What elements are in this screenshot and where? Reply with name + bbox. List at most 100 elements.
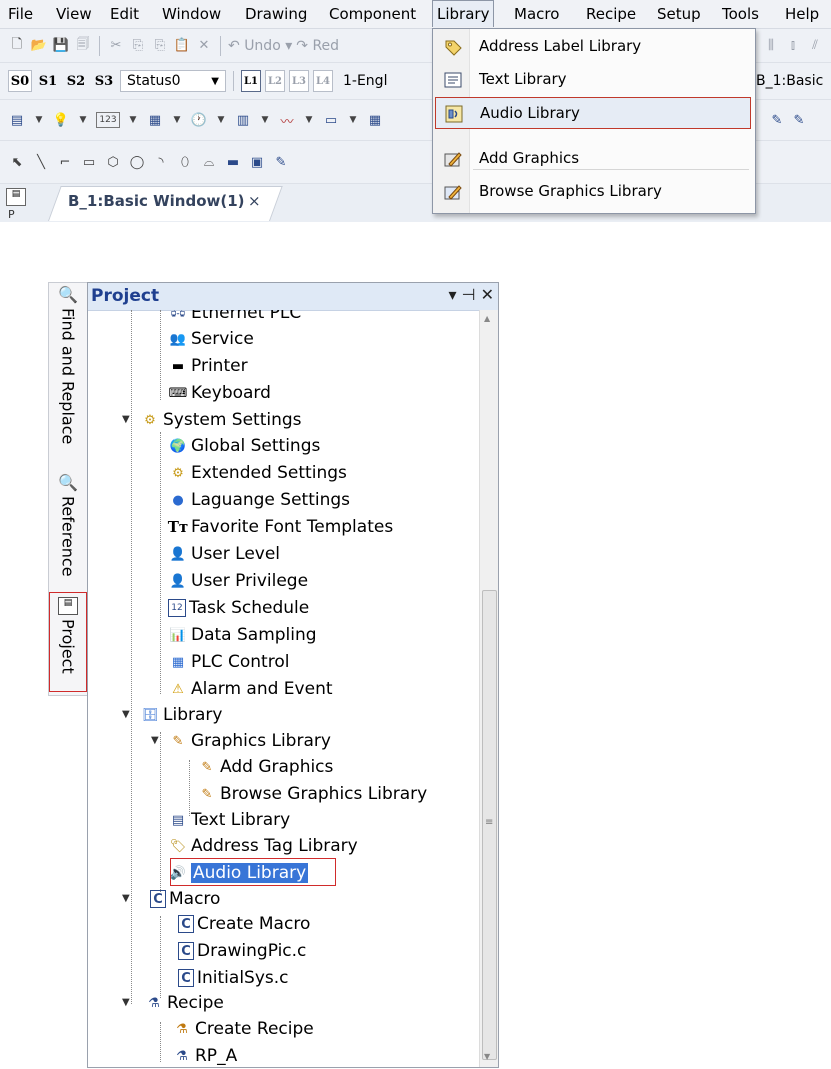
picture-tool-icon[interactable]: ✎	[272, 153, 290, 171]
tree-item-data-sampling[interactable]: 📊 Data Sampling	[168, 622, 317, 648]
undo-button[interactable]: ↶ Undo ▾	[228, 38, 292, 54]
status-s0-button[interactable]: S0	[8, 70, 32, 92]
tree-item-keyboard[interactable]: ⌨ Keyboard	[168, 380, 271, 406]
menu-setup[interactable]: Setup	[653, 0, 705, 28]
status-s2-button[interactable]: S2	[64, 70, 88, 92]
layer-l1-button[interactable]: L1	[241, 70, 261, 92]
layer-l3-button[interactable]: L3	[289, 70, 309, 92]
menu-help[interactable]: Help	[781, 0, 823, 28]
status-select[interactable]: Status0 ▼	[120, 70, 226, 92]
window-select[interactable]: B_1:Basic	[756, 71, 823, 91]
menu-drawing[interactable]: Drawing	[241, 0, 311, 28]
menu-window[interactable]: Window	[158, 0, 225, 28]
tab-reference[interactable]: 🔍 Reference	[49, 473, 87, 577]
copy-icon[interactable]: ⎘	[129, 37, 147, 55]
open-folder-icon[interactable]: 📂	[30, 37, 48, 55]
tree-item-library[interactable]: 🗄 Library	[140, 702, 223, 728]
clock-icon[interactable]: 🕐	[190, 111, 208, 129]
expand-arrow-icon[interactable]: ▼	[151, 735, 159, 746]
chevron-down-icon[interactable]: ▼	[168, 111, 186, 129]
chevron-down-icon[interactable]: ▼	[30, 111, 48, 129]
panel-controls[interactable]: ▾ ⊣ ✕	[448, 285, 494, 304]
menu-recipe[interactable]: Recipe	[582, 0, 640, 28]
expand-arrow-icon[interactable]: ▼	[122, 709, 130, 720]
menu-file[interactable]: File	[4, 0, 37, 28]
paste-icon[interactable]: 📋	[173, 37, 191, 55]
menu-item-audio-library[interactable]: Audio Library	[435, 97, 751, 129]
new-file-icon[interactable]: 🗋	[8, 37, 26, 55]
tree-item-extended-settings[interactable]: ⚙ Extended Settings	[168, 460, 347, 486]
tree-item-user-level[interactable]: 👤 User Level	[168, 541, 280, 567]
chevron-down-icon[interactable]: ▼	[74, 111, 92, 129]
tree-item-service[interactable]: 👥 Service	[168, 326, 254, 352]
graphics-tool-icon-2[interactable]: ✎	[790, 111, 808, 129]
tree-item-printer[interactable]: ▬ Printer	[168, 353, 248, 379]
tree-item-alarm-and-event[interactable]: ⚠ Alarm and Event	[168, 676, 332, 702]
numeric-icon[interactable]: 123	[96, 112, 120, 128]
lightbulb-icon[interactable]: 💡	[52, 111, 70, 129]
status-s3-button[interactable]: S3	[92, 70, 116, 92]
tree-item-create-recipe[interactable]: ⚗ Create Recipe	[172, 1016, 314, 1042]
tree-item-text-library[interactable]: ▤ Text Library	[168, 807, 290, 833]
scale-icon[interactable]: ▬	[224, 153, 242, 171]
copy-icon-2[interactable]: ⎘	[151, 37, 169, 55]
trend-icon[interactable]: 〰	[278, 111, 296, 130]
tree-item-macro[interactable]: C Macro	[150, 886, 220, 912]
pointer-icon[interactable]: ⬉	[8, 153, 26, 171]
tree-item-plc-control[interactable]: ▦ PLC Control	[168, 649, 290, 675]
menu-library[interactable]: Library	[432, 0, 495, 27]
chevron-down-icon[interactable]: ▼	[124, 111, 142, 129]
chord-icon[interactable]: ⌓	[200, 153, 218, 171]
rectangle-icon[interactable]: ▭	[80, 153, 98, 171]
line-icon[interactable]: ╲	[32, 153, 50, 171]
menu-tools[interactable]: Tools	[718, 0, 763, 28]
chevron-down-icon[interactable]: ▼	[212, 111, 230, 129]
menu-item-add-graphics[interactable]: Add Graphics	[435, 143, 751, 175]
scroll-up-icon[interactable]: ▲	[484, 314, 490, 323]
cut-icon[interactable]: ✂	[107, 37, 125, 55]
pie-icon[interactable]: ⬯	[176, 153, 194, 171]
menu-macro[interactable]: Macro	[510, 0, 563, 28]
ellipse-icon[interactable]: ◯	[128, 153, 146, 171]
tree-item-user-privilege[interactable]: 👤 User Privilege	[168, 568, 308, 594]
tree-item-initialsys-c[interactable]: C InitialSys.c	[178, 965, 289, 991]
distribute-icon[interactable]: ⫾	[784, 37, 802, 55]
tree-item-favorite-font-templates[interactable]: Tт Favorite Font Templates	[168, 514, 393, 540]
vertical-scrollbar[interactable]: ▲ ≡ ▼	[479, 310, 498, 1067]
tree-item-add-graphics[interactable]: ✎ Add Graphics	[197, 754, 334, 780]
scrollbar-thumb[interactable]: ≡	[482, 590, 497, 1060]
align-icon[interactable]: ⫼	[762, 37, 780, 55]
graphics-tool-icon[interactable]: ✎	[768, 111, 786, 129]
status-s1-button[interactable]: S1	[36, 70, 60, 92]
tree-item-graphics-library[interactable]: ✎ Graphics Library	[168, 728, 331, 754]
layer-l2-button[interactable]: L2	[265, 70, 285, 92]
align-bottom-icon[interactable]: ⫽	[806, 37, 824, 55]
layer-l4-button[interactable]: L4	[313, 70, 333, 92]
slider-icon[interactable]: ▭	[322, 111, 340, 129]
expand-arrow-icon[interactable]: ▼	[122, 893, 130, 904]
expand-arrow-icon[interactable]: ▼	[122, 414, 130, 425]
redo-button[interactable]: ↷ Red	[296, 38, 339, 54]
bar-graph-icon[interactable]: ▥	[234, 111, 252, 129]
menu-component[interactable]: Component	[325, 0, 420, 28]
menu-item-text-library[interactable]: Text Library	[435, 64, 751, 96]
menu-item-address-label-library[interactable]: Address Label Library	[435, 31, 751, 63]
close-icon[interactable]: ×	[248, 192, 261, 210]
tree-item-create-macro[interactable]: C Create Macro	[178, 911, 310, 937]
tree-item-rp-a[interactable]: ⚗ RP_A	[172, 1043, 237, 1067]
text-tool-icon[interactable]: ▣	[248, 153, 266, 171]
menu-edit[interactable]: Edit	[106, 0, 143, 28]
tree-item-drawingpic-c[interactable]: C DrawingPic.c	[178, 938, 306, 964]
menu-item-browse-graphics-library[interactable]: Browse Graphics Library	[435, 176, 751, 208]
polyline-icon[interactable]: ⌐	[56, 153, 74, 171]
table-icon[interactable]: ▦	[366, 111, 384, 129]
language-select[interactable]: 1-Engl	[337, 71, 409, 91]
expand-arrow-icon[interactable]: ▼	[122, 997, 130, 1008]
polygon-icon[interactable]: ⬡	[104, 153, 122, 171]
tab-find-and-replace[interactable]: 🔍 Find and Replace	[49, 285, 87, 444]
delete-icon[interactable]: ✕	[195, 37, 213, 55]
project-window-icon[interactable]: ▤	[6, 188, 26, 206]
tree-item-global-settings[interactable]: 🌍 Global Settings	[168, 433, 320, 459]
tree-item-recipe[interactable]: ⚗ Recipe	[144, 990, 224, 1016]
tree-item-system-settings[interactable]: ⚙ System Settings	[140, 407, 301, 433]
